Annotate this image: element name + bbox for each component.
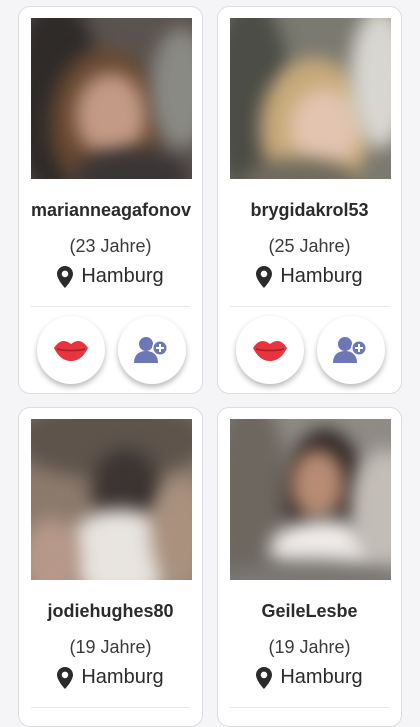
card-divider bbox=[230, 707, 389, 708]
profile-card[interactable]: jodiehughes80 (19 Jahre) Hamburg bbox=[18, 407, 203, 727]
lips-icon bbox=[253, 340, 287, 361]
kiss-button[interactable] bbox=[236, 316, 304, 384]
profile-age: (25 Jahre) bbox=[268, 236, 351, 256]
profile-grid: marianneagafonov (23 Jahre) Hamburg bryg… bbox=[0, 0, 420, 727]
profile-city: Hamburg bbox=[280, 666, 363, 688]
profile-card[interactable]: brygidakrol53 (25 Jahre) Hamburg bbox=[217, 6, 402, 394]
profile-card[interactable]: GeileLesbe (19 Jahre) Hamburg bbox=[217, 407, 402, 727]
profile-photo[interactable] bbox=[31, 18, 192, 179]
profile-card[interactable]: marianneagafonov (23 Jahre) Hamburg bbox=[18, 6, 203, 394]
kiss-button[interactable] bbox=[37, 316, 105, 384]
add-friend-button[interactable] bbox=[317, 316, 385, 384]
map-pin-icon bbox=[57, 666, 74, 689]
profile-city: Hamburg bbox=[280, 265, 363, 287]
profile-location: Hamburg bbox=[218, 666, 401, 689]
profile-age: (23 Jahre) bbox=[69, 236, 152, 256]
profile-age: (19 Jahre) bbox=[69, 637, 152, 657]
map-pin-icon bbox=[57, 265, 74, 288]
profile-photo[interactable] bbox=[230, 18, 391, 179]
card-divider bbox=[31, 707, 190, 708]
profile-location: Hamburg bbox=[19, 666, 202, 689]
add-user-icon bbox=[333, 337, 367, 363]
profile-username[interactable]: marianneagafonov bbox=[31, 200, 194, 221]
profile-username[interactable]: jodiehughes80 bbox=[27, 601, 194, 622]
profile-username[interactable]: brygidakrol53 bbox=[226, 200, 393, 221]
map-pin-icon bbox=[256, 265, 273, 288]
card-divider bbox=[230, 306, 389, 307]
lips-icon bbox=[54, 340, 88, 361]
add-user-icon bbox=[134, 337, 168, 363]
profile-location: Hamburg bbox=[218, 265, 401, 288]
profile-city: Hamburg bbox=[81, 265, 164, 287]
profile-location: Hamburg bbox=[19, 265, 202, 288]
add-friend-button[interactable] bbox=[118, 316, 186, 384]
profile-photo[interactable] bbox=[230, 419, 391, 580]
profile-age: (19 Jahre) bbox=[268, 637, 351, 657]
profile-username[interactable]: GeileLesbe bbox=[226, 601, 393, 622]
card-divider bbox=[31, 306, 190, 307]
map-pin-icon bbox=[256, 666, 273, 689]
profile-photo[interactable] bbox=[31, 419, 192, 580]
profile-city: Hamburg bbox=[81, 666, 164, 688]
